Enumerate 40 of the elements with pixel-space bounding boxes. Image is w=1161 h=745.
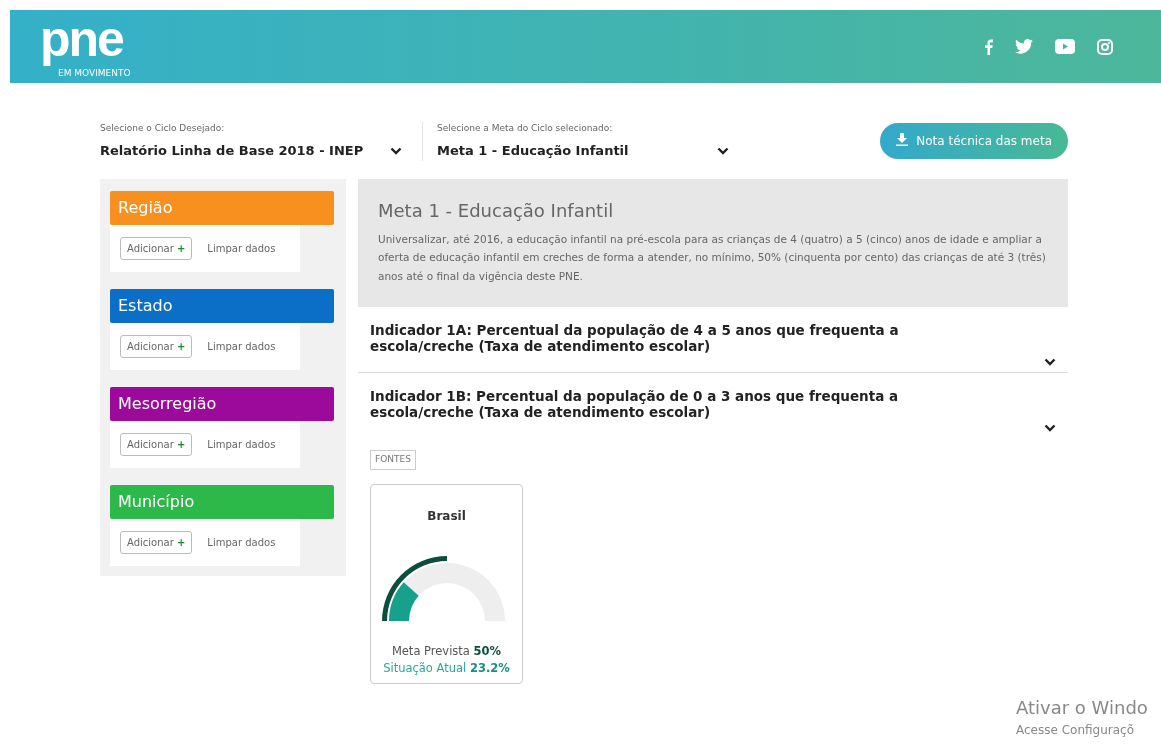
indicator-title: Indicador 1A: Percentual da população de 4 a 5 anos que frequenta a escola/creche (Taxa de atendimento escolar)	[370, 323, 900, 355]
activation-title: Ativar o Windo	[1016, 696, 1148, 720]
dropdown-label: Selecione a Meta do Ciclo selecionado:	[437, 121, 614, 135]
current-label: Situação Atual 23.2%	[383, 659, 510, 677]
add-button[interactable]: Adicionar +	[120, 531, 193, 554]
youtube-icon[interactable]	[1055, 38, 1075, 54]
logo-subtitle: EM MOVIMENTO	[58, 68, 131, 81]
twitter-icon[interactable]	[1015, 38, 1033, 54]
filter-header: Município	[110, 485, 334, 519]
clear-link[interactable]: Limpar dados	[207, 437, 276, 452]
goal-title: Meta 1 - Educação Infantil	[378, 199, 615, 223]
add-button[interactable]: Adicionar +	[120, 335, 193, 358]
activation-subtitle: Acesse Configuraçõ	[1016, 722, 1135, 739]
goal-description: Universalizar, até 2016, a educação infantil na pré-escola para as crianças de 4 (quatro) a 5 (cinco) anos de idade e ampliar a oferta de educação infantil em creches de forma a atender, no mínimo, 50% (cinquenta por cento) das crianças de até 3 (três) anos até o final da vigência deste PNE.	[378, 232, 1047, 284]
clear-link[interactable]: Limpar dados	[207, 535, 276, 550]
clear-link[interactable]: Limpar dados	[207, 241, 276, 256]
indicator-row[interactable]: Indicador 1A: Percentual da população de 4 a 5 anos que frequenta a escola/creche (Taxa de atendimento escolar)	[358, 307, 1068, 374]
indicator-title: Indicador 1B: Percentual da população de 0 a 3 anos que frequenta a escola/creche (Taxa de atendimento escolar)	[370, 389, 900, 421]
target-label: Meta Prevista 50%	[391, 642, 502, 660]
clear-link[interactable]: Limpar dados	[207, 339, 276, 354]
instagram-icon[interactable]	[1097, 38, 1113, 55]
add-button[interactable]: Adicionar +	[120, 237, 193, 260]
facebook-icon[interactable]	[984, 38, 993, 55]
chevron-down-icon	[1044, 424, 1056, 433]
gauge-title: Brasil	[427, 507, 466, 525]
chevron-down-icon	[717, 146, 729, 155]
indicator-row[interactable]: Indicador 1B: Percentual da população de 0 a 3 anos que frequenta a escola/creche (Taxa de atendimento escolar)	[358, 373, 1068, 439]
sources-tag: FONTES	[370, 450, 416, 470]
filter-header: Região	[110, 191, 334, 225]
dropdown[interactable]: Selecione a Meta do Ciclo selecionado: Meta 1 - Educação Infantil	[422, 121, 749, 161]
chevron-down-icon	[390, 146, 402, 155]
dropdown-value: Relatório Linha de Base 2018 - INEP	[100, 142, 365, 160]
chevron-down-icon	[1044, 358, 1056, 367]
filter-header: Mesorregião	[110, 387, 334, 421]
dropdown-label: Selecione o Ciclo Desejado:	[100, 121, 226, 135]
dropdown-value: Meta 1 - Educação Infantil	[437, 142, 630, 160]
download-icon	[896, 133, 909, 146]
filter-header: Estado	[110, 289, 334, 323]
add-button[interactable]: Adicionar +	[120, 433, 193, 456]
dropdown[interactable]: Selecione o Ciclo Desejado: Relatório Linha de Base 2018 - INEP	[100, 121, 422, 161]
